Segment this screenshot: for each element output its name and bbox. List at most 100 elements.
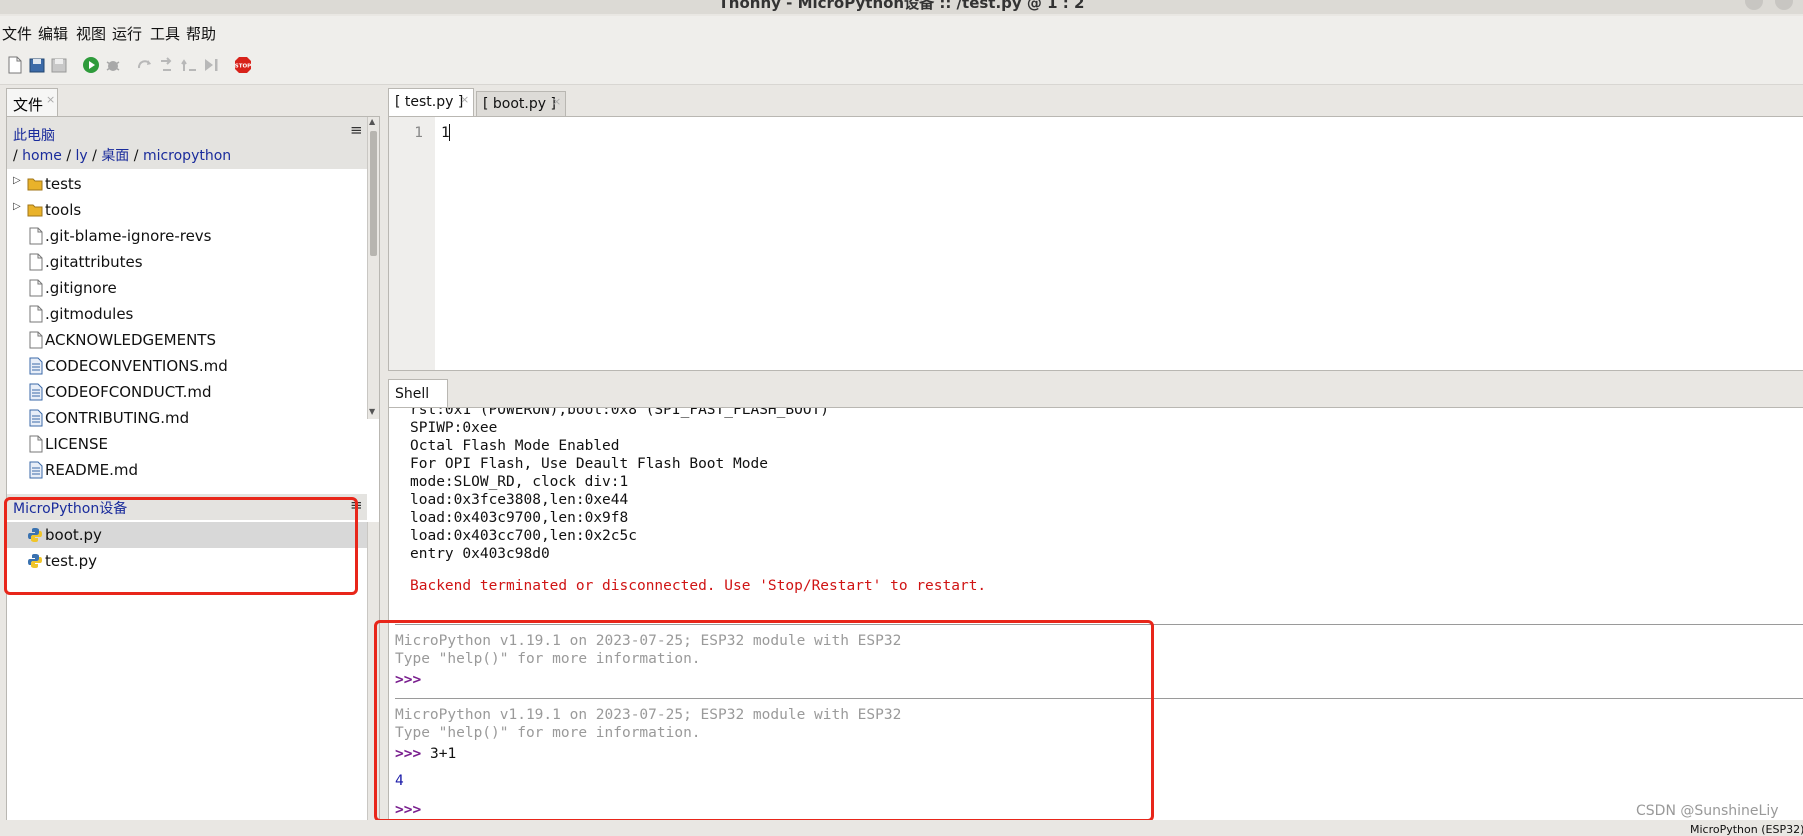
watermark: CSDN @SunshineLiy (1636, 803, 1779, 819)
tab-boot-py[interactable]: [ boot.py ] × (476, 91, 566, 117)
expand-arrow-icon[interactable]: ▷ (13, 175, 21, 186)
close-icon[interactable]: × (552, 95, 561, 108)
scrollbar-thumb[interactable] (370, 131, 377, 256)
document-icon (29, 357, 43, 375)
text-cursor (449, 124, 450, 141)
step-into-icon[interactable] (158, 56, 176, 74)
title-bar: Thonny - MicroPython设备 :: /test.py @ 1 :… (0, 0, 1803, 14)
file-name: README.md (45, 461, 139, 479)
file-item[interactable]: README.md (7, 457, 367, 483)
file-name: .git-blame-ignore-revs (45, 227, 212, 245)
tab-label: [ boot.py ] (483, 96, 556, 112)
menu-help[interactable]: 帮助 (186, 23, 216, 44)
save-file-icon[interactable] (50, 56, 68, 74)
file-item[interactable]: .gitignore (7, 275, 367, 301)
file-icon (29, 227, 43, 245)
computer-header: 此电脑 ≡ / home / ly / 桌面 / micropython (7, 117, 367, 169)
close-icon[interactable]: × (46, 93, 55, 106)
menu-edit[interactable]: 编辑 (38, 23, 68, 44)
file-name: .gitattributes (45, 253, 143, 271)
shell-line: load:0x403cc700,len:0x2c5c (410, 528, 637, 544)
tab-label: [ test.py ] (395, 94, 464, 110)
file-item[interactable]: ▷ tools (7, 197, 367, 223)
shell-line: entry 0x403c98d0 (410, 546, 550, 562)
debug-icon[interactable] (104, 56, 122, 74)
panel-menu-icon[interactable]: ≡ (350, 121, 363, 139)
breadcrumb-ly[interactable]: ly (76, 148, 88, 164)
menu-tools[interactable]: 工具 (150, 23, 180, 44)
tab-test-py[interactable]: [ test.py ] × (388, 88, 474, 117)
tab-shell[interactable]: Shell (388, 379, 448, 408)
file-name: LICENSE (45, 435, 108, 453)
file-item[interactable]: .gitmodules (7, 301, 367, 327)
computer-title: 此电脑 (13, 128, 55, 144)
file-item[interactable]: .gitattributes (7, 249, 367, 275)
annotation-box-device-files (4, 497, 358, 595)
file-name: .gitignore (45, 279, 117, 297)
open-file-icon[interactable] (28, 56, 46, 74)
file-icon (29, 435, 43, 453)
tab-files[interactable]: 文件 × (6, 88, 58, 117)
shell-line: load:0x403c9700,len:0x9f8 (410, 510, 629, 526)
shell-line: mode:SLOW_RD, clock div:1 (410, 474, 629, 490)
folder-icon (27, 204, 43, 217)
step-over-icon[interactable] (136, 56, 154, 74)
file-name: ACKNOWLEDGEMENTS (45, 331, 216, 349)
run-icon[interactable] (82, 56, 100, 74)
expand-arrow-icon[interactable]: ▷ (13, 201, 21, 212)
toolbar: STOP (0, 46, 1803, 85)
file-item[interactable]: .git-blame-ignore-revs (7, 223, 367, 249)
file-item[interactable]: LICENSE (7, 431, 367, 457)
close-icon[interactable]: × (460, 93, 469, 106)
file-item[interactable]: CODEOFCONDUCT.md (7, 379, 367, 405)
breadcrumb-home[interactable]: home (22, 148, 62, 164)
breadcrumb-desktop[interactable]: 桌面 (101, 148, 129, 164)
shell-line: rst:0x1 (POWERON),boot:0x8 (SPI_FAST_FLA… (410, 407, 830, 418)
breadcrumb-micropython[interactable]: micropython (143, 148, 231, 164)
scroll-up-icon[interactable]: ▲ (369, 117, 375, 126)
file-icon (29, 331, 43, 349)
breadcrumb-sep: / (13, 148, 18, 164)
shell-error-message: Backend terminated or disconnected. Use … (410, 578, 987, 594)
file-icon (29, 253, 43, 271)
breadcrumb: / home / ly / 桌面 / micropython (13, 145, 231, 165)
file-name: tests (45, 175, 82, 193)
shell-line: Octal Flash Mode Enabled (410, 438, 620, 454)
folder-icon (27, 178, 43, 191)
file-list-scrollbar[interactable]: ▲ ▼ (367, 117, 379, 419)
file-name: .gitmodules (45, 305, 134, 323)
file-item[interactable]: ACKNOWLEDGEMENTS (7, 327, 367, 353)
file-item[interactable]: ▷ tests (7, 171, 367, 197)
line-number: 1 (414, 125, 423, 141)
breadcrumb-sep: / (133, 148, 139, 164)
files-panel: 此电脑 ≡ / home / ly / 桌面 / micropython ▷ te… (6, 116, 380, 822)
resume-icon[interactable] (202, 56, 220, 74)
interpreter-status[interactable]: MicroPython (ESP32) (1690, 823, 1803, 836)
file-item[interactable]: CODECONVENTIONS.md (7, 353, 367, 379)
stop-icon[interactable]: STOP (234, 56, 252, 74)
file-name: CONTRIBUTING.md (45, 409, 190, 427)
menu-view[interactable]: 视图 (76, 23, 106, 44)
document-icon (29, 383, 43, 401)
file-name: CODEOFCONDUCT.md (45, 383, 212, 401)
step-out-icon[interactable] (180, 56, 198, 74)
menu-file[interactable]: 文件 (2, 23, 32, 44)
file-icon (29, 305, 43, 323)
scroll-down-icon[interactable]: ▼ (369, 407, 375, 416)
file-name: tools (45, 201, 82, 219)
menu-bar: 文件 编辑 视图 运行 工具 帮助 (0, 16, 1803, 46)
file-item[interactable]: CONTRIBUTING.md (7, 405, 367, 431)
shell-line: SPIWP:0xee (410, 420, 498, 436)
svg-text:STOP: STOP (235, 64, 251, 70)
new-file-icon[interactable] (6, 56, 24, 74)
annotation-box-shell (374, 620, 1154, 822)
menu-run[interactable]: 运行 (112, 23, 142, 44)
code-editor[interactable]: 1 1 (388, 116, 1803, 371)
breadcrumb-sep: / (92, 148, 97, 164)
document-icon (29, 409, 43, 427)
breadcrumb-sep: / (66, 148, 72, 164)
file-icon (29, 279, 43, 297)
shell-line: load:0x3fce3808,len:0xe44 (410, 492, 629, 508)
window-title: Thonny - MicroPython设备 :: /test.py @ 1 :… (718, 0, 1085, 12)
shell-line: For OPI Flash, Use Deault Flash Boot Mod… (410, 456, 768, 472)
